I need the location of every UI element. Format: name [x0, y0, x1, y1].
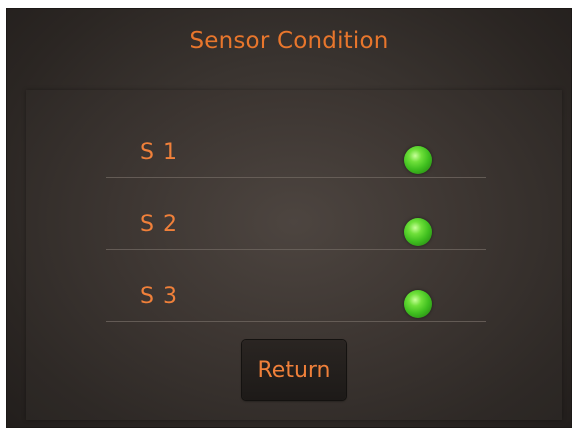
status-led-icon — [404, 218, 432, 246]
sensor-label-s2: S 2 — [140, 212, 178, 237]
return-button[interactable]: Return — [242, 340, 346, 400]
sensor-condition-screen: Sensor Condition S 1 S 2 S 3 Return — [6, 8, 572, 428]
status-led-icon — [404, 146, 432, 174]
sensor-row-s3: S 3 — [106, 272, 486, 322]
row-divider — [106, 321, 486, 322]
status-led-icon — [404, 290, 432, 318]
row-divider — [106, 249, 486, 250]
sensor-label-s1: S 1 — [140, 140, 178, 165]
sensor-label-s3: S 3 — [140, 284, 178, 309]
row-divider — [106, 177, 486, 178]
sensor-row-s2: S 2 — [106, 200, 486, 250]
sensor-panel: S 1 S 2 S 3 Return — [26, 90, 562, 420]
page-title: Sensor Condition — [189, 28, 389, 54]
sensor-row-s1: S 1 — [106, 128, 486, 178]
